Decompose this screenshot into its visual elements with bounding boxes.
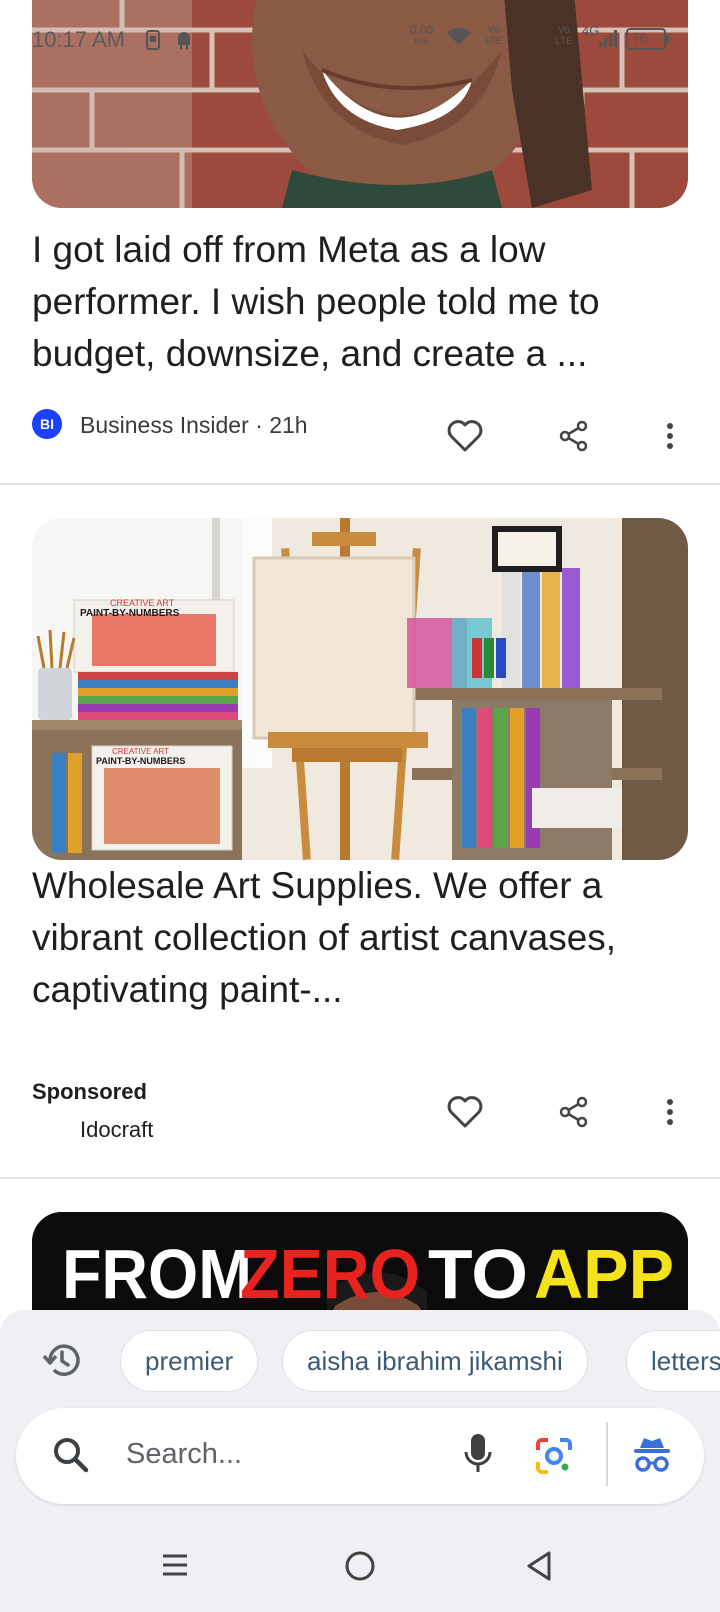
thumb-text-to: TO [428,1235,528,1313]
advertiser-name[interactable]: Idocraft [80,1117,153,1143]
article-1-source[interactable]: Business Insider · 21h [80,412,308,439]
heart-icon[interactable] [443,414,487,458]
google-lens-icon[interactable] [534,1436,574,1481]
mic-icon[interactable] [464,1432,492,1481]
back-triangle-icon[interactable] [524,1550,554,1587]
search-input[interactable]: Search... [126,1438,242,1471]
search-bar-divider [606,1422,608,1486]
box-label-4: PAINT-BY-NUMBERS [96,756,185,766]
incognito-icon[interactable] [632,1436,672,1479]
home-circle-icon[interactable] [344,1550,376,1587]
search-icon [52,1436,90,1479]
feed-divider [0,483,720,485]
share-icon[interactable] [552,1090,596,1134]
menu-icon[interactable] [160,1550,190,1585]
article-1-headline[interactable]: I got laid off from Meta as a low perfor… [32,224,696,380]
suggestion-chip[interactable]: letters [626,1330,720,1392]
box-label-3: CREATIVE ART [112,747,169,756]
business-insider-logo: BI [32,409,62,439]
more-vert-icon[interactable] [648,1090,692,1134]
box-label-1: CREATIVE ART [110,598,175,608]
heart-icon[interactable] [443,1090,487,1134]
more-vert-icon[interactable] [648,414,692,458]
history-icon[interactable] [36,1334,88,1386]
suggestion-chip[interactable]: premier [120,1330,259,1392]
box-label-2: PAINT-BY-NUMBERS [80,608,180,619]
ad-image[interactable]: CREATIVE ART PAINT-BY-NUMBERS CREATIVE A… [32,518,688,860]
thumb-text-zero: ZERO [240,1235,420,1313]
search-panel: premier aisha ibrahim jikamshi letters S… [0,1310,720,1612]
suggestion-chip[interactable]: aisha ibrahim jikamshi [282,1330,588,1392]
sponsored-label: Sponsored [32,1079,147,1104]
thumb-text-app: APP [534,1235,674,1313]
thumb-text-from: FROM [62,1235,252,1313]
article-1-image[interactable] [32,0,688,208]
system-nav-bar [0,1520,720,1612]
share-icon[interactable] [552,414,596,458]
feed-divider [0,1177,720,1179]
search-bar[interactable]: Search... [16,1408,704,1504]
ad-headline[interactable]: Wholesale Art Supplies. We offer a vibra… [32,860,696,1016]
